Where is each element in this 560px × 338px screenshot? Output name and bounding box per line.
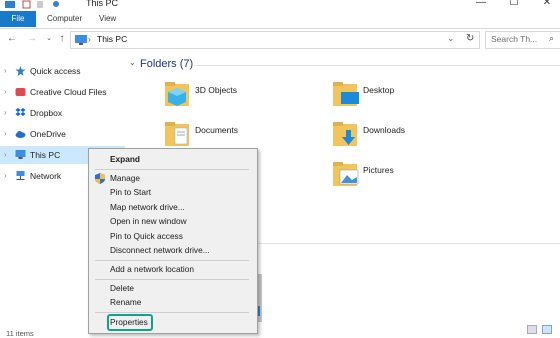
sidebar-item-quick-access[interactable]: › Quick access (0, 62, 125, 80)
folder-label: 3D Objects (195, 85, 238, 95)
folder-label: Desktop (363, 85, 395, 95)
tab-view[interactable]: View (90, 11, 125, 27)
shield-icon (95, 173, 105, 184)
close-button[interactable]: ✕ (536, 0, 558, 9)
chevron-right-icon[interactable]: › (4, 83, 7, 101)
pictures-folder-icon (333, 162, 359, 186)
folder-label: Pictures (363, 165, 394, 175)
sidebar-item-label: Quick access (30, 66, 81, 76)
window-title: This PC (86, 0, 119, 8)
sidebar-item-label: This PC (30, 150, 61, 160)
maximize-button[interactable]: ☐ (503, 0, 525, 9)
up-button[interactable]: ↑ (56, 33, 68, 45)
menu-item-expand[interactable]: Expand (110, 153, 250, 166)
menu-item-open-in-new-window[interactable]: Open in new window (110, 215, 250, 228)
desktop-folder-icon (333, 82, 359, 106)
collapse-section-icon[interactable]: ⌄ (129, 58, 136, 67)
chevron-right-icon[interactable]: › (4, 125, 7, 143)
folder-label: Documents (195, 125, 238, 135)
minimize-button[interactable]: — (470, 0, 492, 9)
menu-separator (95, 312, 249, 313)
folder-pictures[interactable]: Pictures (333, 160, 473, 194)
section-divider (194, 65, 560, 66)
sidebar-item-label: Dropbox (30, 108, 63, 118)
search-icon: ⌕ (549, 33, 555, 43)
recent-locations-icon[interactable]: ⌄ (43, 33, 55, 45)
search-box[interactable]: Search Th... ⌕ (485, 31, 560, 49)
chevron-right-icon[interactable]: › (4, 146, 7, 164)
menu-item-pin-to-start[interactable]: Pin to Start (110, 186, 250, 199)
refresh-icon[interactable]: ↻ (466, 33, 474, 44)
menu-item-map-network-drive[interactable]: Map network drive... (110, 201, 250, 214)
creative-cloud-icon (15, 88, 26, 96)
sidebar-item-dropbox[interactable]: › Dropbox (0, 104, 125, 122)
tab-computer[interactable]: Computer (38, 11, 91, 27)
forward-button[interactable]: → (26, 33, 38, 45)
chevron-right-icon[interactable]: › (4, 62, 7, 80)
chevron-right-icon[interactable]: › (4, 104, 7, 122)
folder-desktop[interactable]: Desktop (333, 80, 473, 114)
menu-separator (95, 169, 249, 170)
menu-item-disconnect-network-drive[interactable]: Disconnect network drive... (110, 244, 250, 257)
chevron-right-icon[interactable]: › (4, 167, 7, 185)
section-divider (256, 243, 560, 244)
context-menu: Expand Manage Pin to Start Map network d… (88, 148, 258, 334)
downloads-folder-icon (333, 122, 357, 146)
sidebar-item-label: Network (30, 171, 62, 181)
sidebar-item-creative-cloud[interactable]: › Creative Cloud Files (0, 83, 125, 101)
folder-3d-objects[interactable]: 3D Objects (165, 80, 305, 114)
title-bar: This PC — ☐ ✕ (0, 0, 560, 10)
search-input[interactable]: Search Th... (491, 34, 537, 44)
address-dropdown-icon[interactable]: ⌄ (447, 33, 455, 44)
sidebar-item-onedrive[interactable]: › OneDrive (0, 125, 125, 143)
tab-file[interactable]: File (0, 11, 36, 27)
menu-separator (95, 279, 249, 280)
section-title[interactable]: Folders (7) (140, 58, 193, 70)
large-icons-view-icon[interactable] (542, 325, 552, 334)
sidebar-item-label: Creative Cloud Files (30, 87, 107, 97)
menu-item-rename[interactable]: Rename (110, 296, 250, 309)
quick-access-toolbar[interactable] (4, 0, 64, 9)
details-view-icon[interactable] (527, 325, 537, 334)
address-bar[interactable]: › This PC ⌄ ↻ (70, 31, 480, 49)
ribbon-tabs: File Computer View (0, 10, 560, 29)
menu-item-properties[interactable]: Properties (110, 316, 250, 329)
menu-item-pin-to-quick-access[interactable]: Pin to Quick access (110, 230, 250, 243)
menu-item-delete[interactable]: Delete (110, 282, 250, 295)
address-path[interactable]: This PC (97, 34, 127, 44)
network-icon (16, 171, 25, 180)
breadcrumb-chevron-icon: › (88, 34, 91, 44)
menu-separator (95, 260, 249, 261)
sidebar-item-label: OneDrive (30, 129, 66, 139)
computer-icon (75, 35, 87, 45)
documents-folder-icon (165, 122, 189, 146)
computer-icon (15, 150, 26, 159)
status-item-count: 11 items (6, 329, 34, 338)
dropbox-icon (15, 108, 26, 116)
menu-item-manage[interactable]: Manage (110, 172, 250, 185)
folder-downloads[interactable]: Downloads (333, 120, 473, 154)
menu-item-add-network-location[interactable]: Add a network location (110, 263, 250, 276)
onedrive-icon (15, 131, 26, 138)
star-icon (15, 66, 26, 76)
back-button[interactable]: ← (6, 33, 18, 45)
3d-objects-folder-icon (165, 82, 189, 106)
folder-label: Downloads (363, 125, 406, 135)
